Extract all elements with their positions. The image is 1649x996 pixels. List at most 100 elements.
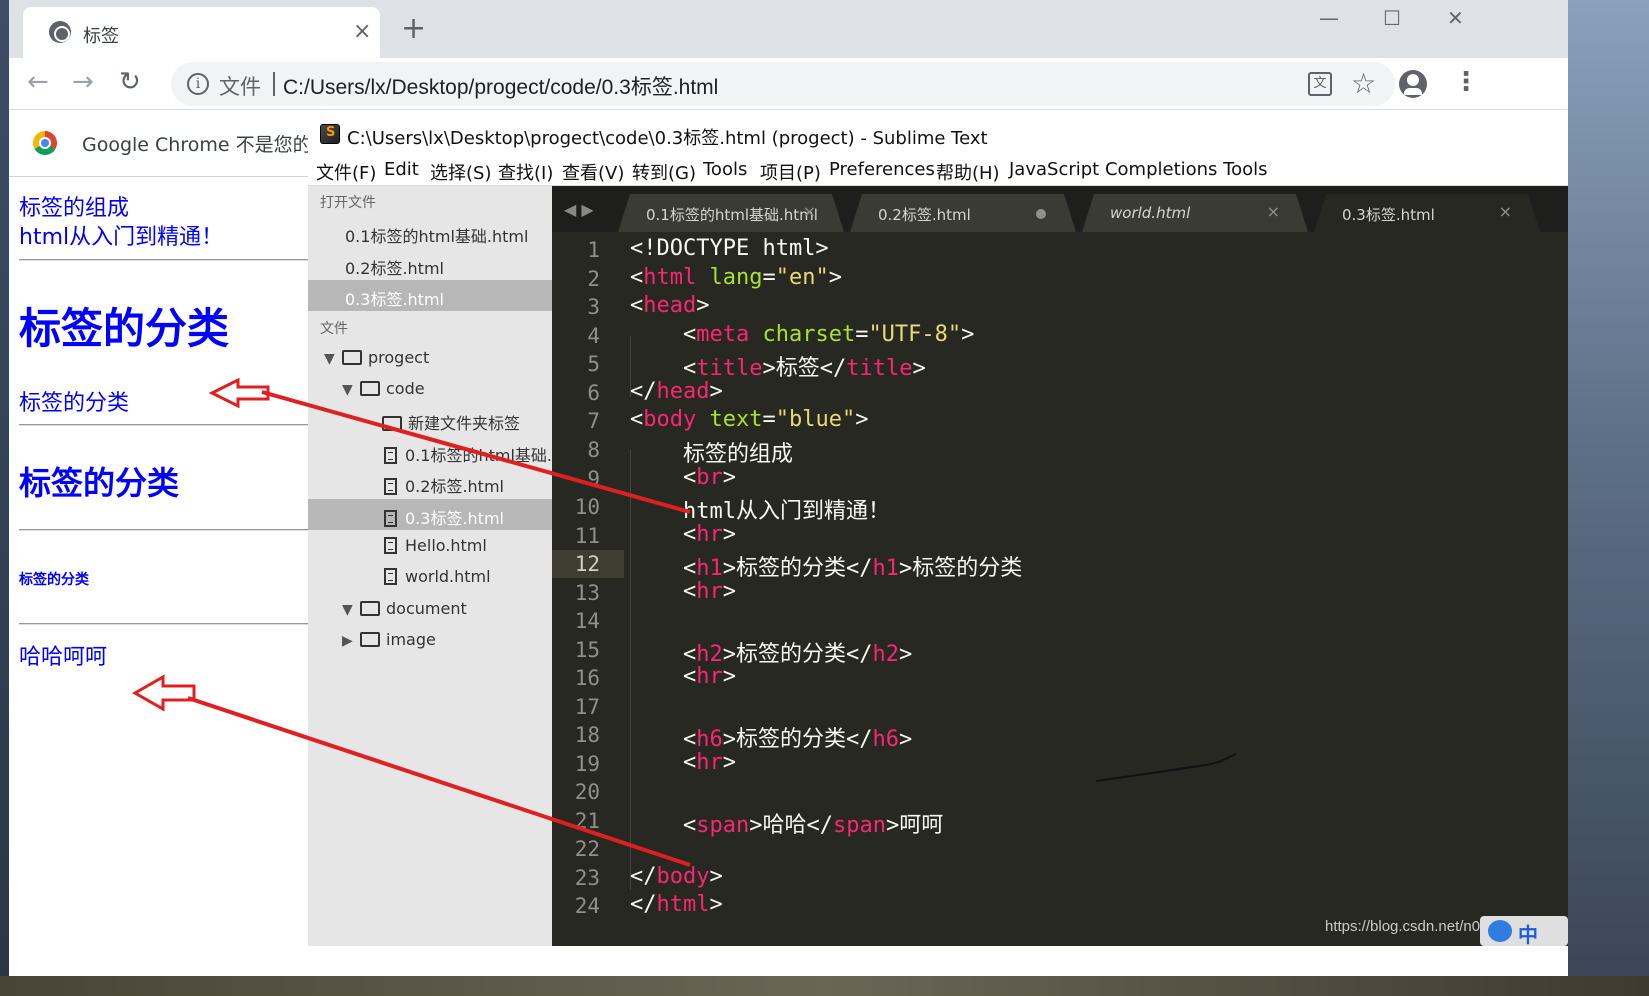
menu-file[interactable]: 文件(F) (316, 159, 376, 185)
minimize-button[interactable]: — (1319, 6, 1339, 30)
back-button[interactable]: ← (27, 68, 49, 96)
desktop-bottom-edge (0, 976, 1649, 996)
open-file-item[interactable]: 0.1标签的html基础.html (345, 223, 528, 247)
bookmark-star-icon[interactable]: ☆ (1351, 67, 1376, 100)
expanded-triangle-icon: ▼ (342, 602, 353, 618)
expanded-triangle-icon: ▼ (324, 351, 335, 367)
page-h1-trailing-text: 标签的分类 (19, 391, 130, 416)
tree-folder-image[interactable]: ▶ image (342, 630, 436, 649)
code-line-8: 标签的组成 (682, 442, 793, 467)
menu-view[interactable]: 查看(V) (562, 159, 624, 185)
sublime-window-title: C:\Users\lx\Desktop\progect\code\0.3标签.h… (347, 128, 988, 149)
menu-preferences[interactable]: Preferences (829, 159, 935, 180)
sublime-app-icon (320, 124, 340, 144)
line-number: 4 (587, 324, 600, 348)
line-number: 17 (574, 695, 600, 719)
chrome-menu-icon[interactable]: ⋮ (1453, 68, 1479, 96)
line-number: 18 (574, 723, 600, 747)
code-line-19: <hr> (630, 750, 736, 775)
menu-js-completions[interactable]: JavaScript Completions Tools (1009, 159, 1268, 180)
url-scheme-label: 文件 (219, 75, 261, 99)
code-line-9: <br> (630, 465, 736, 490)
tree-file-item[interactable]: Hello.html (384, 536, 487, 555)
open-files-header: 打开文件 (320, 195, 376, 211)
menu-goto[interactable]: 转到(G) (632, 159, 696, 185)
tree-file-item-active[interactable]: 0.3标签.html (384, 505, 504, 529)
page-text-line2: html从入门到精通！ (19, 225, 224, 250)
ime-indicator[interactable]: 中 (1480, 916, 1568, 947)
code-line-21: <span>哈哈</span>呵呵 (630, 813, 944, 838)
menu-selection[interactable]: 选择(S) (430, 159, 491, 185)
close-window-button[interactable]: ✕ (1447, 6, 1464, 30)
tree-folder-progect[interactable]: ▼ progect (324, 348, 429, 367)
code-line-18: <h6>标签的分类</h6> (630, 727, 913, 752)
line-number: 22 (574, 837, 600, 861)
editor-tab-label: 0.3标签.html (1342, 206, 1435, 224)
menu-project[interactable]: 项目(P) (760, 159, 821, 185)
code-line-23: </body> (630, 864, 723, 889)
folder-label: document (386, 599, 467, 618)
tree-folder-document[interactable]: ▼ document (342, 599, 467, 618)
close-tab-icon[interactable]: × (1499, 202, 1512, 221)
file-icon (384, 447, 397, 464)
line-number: 3 (587, 295, 600, 319)
sublime-sidebar: 打开文件 0.1标签的html基础.html 0.2标签.html 0.3标签.… (308, 186, 588, 946)
code-line-24: </html> (630, 892, 723, 917)
forward-button[interactable]: → (72, 68, 94, 96)
reload-button[interactable]: ↻ (119, 68, 141, 96)
chrome-tab[interactable]: 标签 × (23, 7, 380, 58)
menu-edit[interactable]: Edit (384, 159, 419, 180)
editor-tab[interactable]: 0.2标签.html (850, 194, 1076, 232)
line-number: 13 (574, 581, 600, 605)
editor-tab[interactable]: world.html × (1082, 194, 1308, 232)
ime-logo-icon (1488, 920, 1512, 942)
menu-tools[interactable]: Tools (703, 159, 747, 180)
page-h2: 标签的分类 (19, 464, 180, 502)
code-editor[interactable]: ◀ ▶ 0.1标签的html基础.html × 0.2标签.html world… (552, 186, 1568, 946)
line-number: 21 (574, 809, 600, 833)
open-file-item[interactable]: 0.2标签.html (345, 255, 444, 279)
open-file-item-active[interactable]: 0.3标签.html (345, 286, 444, 310)
menu-find[interactable]: 查找(I) (498, 159, 553, 185)
folder-label: 新建文件夹标签 (408, 414, 521, 433)
folder-label: image (386, 630, 436, 649)
editor-tab-label: world.html (1110, 204, 1191, 222)
translate-icon[interactable]: 文 (1308, 72, 1332, 96)
folder-open-icon (360, 381, 380, 396)
tab-nav-arrows-icon[interactable]: ◀ ▶ (564, 200, 594, 219)
tree-file-item[interactable]: world.html (384, 567, 491, 586)
address-bar[interactable]: i 文件 C:/Users/lx/Desktop/progect/code/0.… (171, 62, 1395, 106)
new-tab-button[interactable]: + (401, 14, 426, 44)
file-label: 0.2标签.html (405, 477, 504, 496)
rendered-page: 标签的组成 html从入门到精通！ 标签的分类 标签的分类 标签的分类 标签的分… (9, 178, 309, 976)
folder-icon (360, 632, 380, 647)
line-number: 19 (574, 752, 600, 776)
code-line-16: <hr> (630, 664, 736, 689)
line-number: 6 (587, 381, 600, 405)
editor-tab[interactable]: 0.1标签的html基础.html × (618, 194, 844, 232)
url-separator (273, 72, 275, 96)
desktop-background (1568, 0, 1649, 996)
url-text[interactable]: C:/Users/lx/Desktop/progect/code/0.3标签.h… (283, 71, 718, 101)
file-label: world.html (405, 567, 491, 586)
profile-avatar-icon[interactable] (1399, 70, 1427, 98)
page-hr-3 (19, 529, 309, 531)
menu-help[interactable]: 帮助(H) (936, 159, 1000, 185)
tab-title: 标签 (83, 26, 119, 47)
tree-folder-code[interactable]: ▼ code (342, 379, 425, 398)
tree-folder-new[interactable]: 新建文件夹标签 (382, 410, 520, 434)
close-tab-icon[interactable]: × (1267, 202, 1280, 221)
folders-header: 文件 (320, 321, 348, 337)
csdn-watermark: https://blog.csdn.net/n0 (1325, 918, 1481, 935)
file-icon (384, 510, 397, 527)
line-number: 24 (574, 894, 600, 918)
close-tab-icon[interactable]: × (803, 202, 816, 221)
maximize-button[interactable]: ☐ (1383, 6, 1401, 30)
info-icon[interactable]: i (187, 73, 209, 95)
editor-tab-active[interactable]: 0.3标签.html × (1314, 194, 1540, 232)
line-number: 1 (587, 238, 600, 262)
tab-close-icon[interactable]: × (353, 19, 371, 44)
chrome-tab-strip: 标签 × + — ☐ ✕ (9, 0, 1568, 58)
tree-file-item[interactable]: 0.2标签.html (384, 473, 504, 497)
unsaved-dot-icon[interactable] (1036, 209, 1046, 219)
